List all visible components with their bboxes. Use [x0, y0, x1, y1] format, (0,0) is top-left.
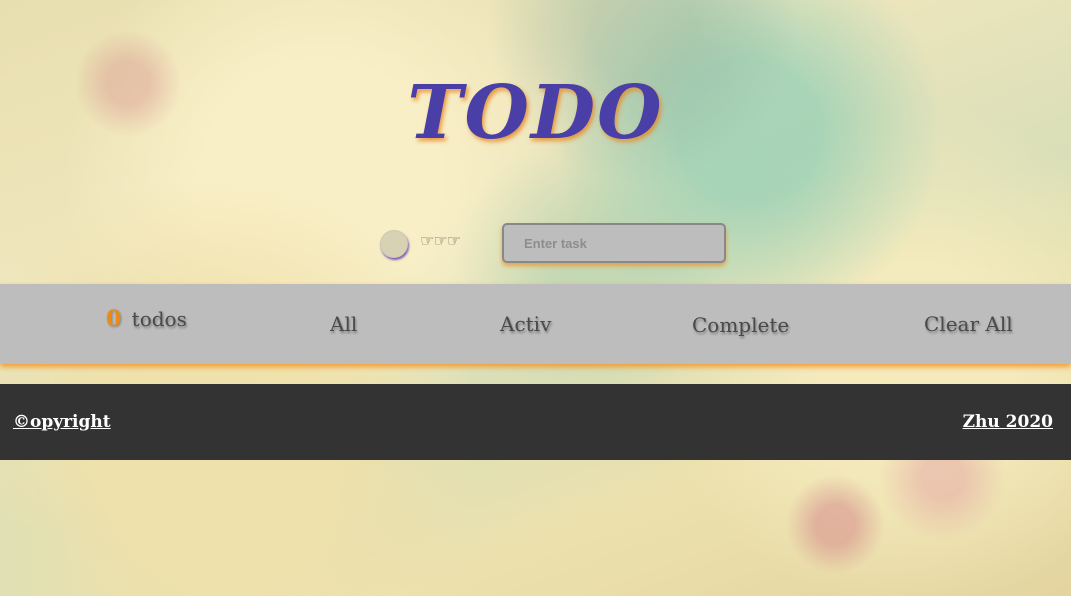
task-input-row: ☞☞☞	[0, 223, 1071, 265]
page-title: TODO	[407, 70, 664, 156]
filter-complete-button[interactable]: Complete	[692, 313, 789, 337]
todo-count-number: 0	[106, 306, 122, 332]
task-input[interactable]	[502, 223, 726, 263]
copyright-link[interactable]: ©opyright	[13, 412, 111, 432]
pointing-hand-icon: ☞☞☞	[420, 231, 461, 250]
filter-bar: 0 todos All Activ Complete Clear All	[0, 284, 1071, 364]
author-link[interactable]: Zhu 2020	[963, 412, 1053, 432]
filter-all-button[interactable]: All	[330, 312, 357, 336]
todo-count: 0 todos	[106, 306, 187, 332]
footer: ©opyright Zhu 2020	[0, 384, 1071, 460]
todo-count-label: todos	[131, 307, 187, 331]
clear-all-button[interactable]: Clear All	[924, 312, 1013, 336]
filter-active-button[interactable]: Activ	[500, 312, 551, 336]
toggle-all-circle-icon[interactable]	[380, 230, 408, 258]
